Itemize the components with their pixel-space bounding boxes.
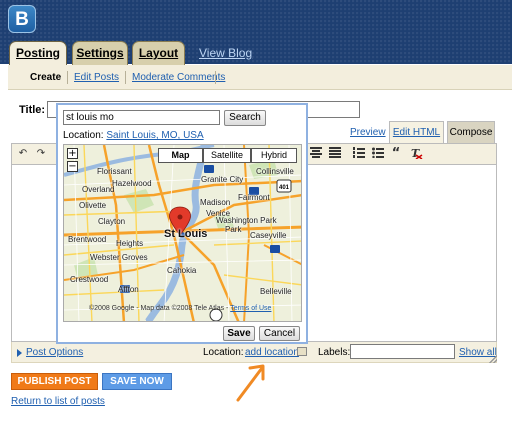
map-label: Brentwood (68, 235, 107, 244)
map-label-st-louis: St Louis (164, 228, 208, 240)
bullet-list-icon[interactable] (371, 147, 385, 161)
tab-layout[interactable]: Layout (132, 41, 185, 65)
map-type-hybrid-button[interactable]: Hybrid (251, 148, 297, 163)
undo-icon[interactable]: ↶ (16, 147, 30, 161)
tab-posting[interactable]: Posting (9, 41, 67, 66)
blogger-header: B Posting Settings Layout View Blog (0, 0, 512, 66)
map-copyright: ©2008 Google - Map data ©2008 Tele Atlas… (89, 305, 271, 312)
posting-subnav: Create Edit Posts Moderate Comments (8, 65, 512, 90)
svg-text:401: 401 (279, 185, 290, 191)
subnav-edit-posts[interactable]: Edit Posts (74, 72, 119, 83)
map-type-satellite-button[interactable]: Satellite (203, 148, 251, 163)
map-label: Crestwood (70, 275, 109, 284)
blockquote-icon[interactable]: “ (389, 147, 403, 161)
post-options-link[interactable]: Post Options (26, 347, 83, 358)
labels-input[interactable] (350, 344, 455, 359)
expand-triangle-icon[interactable] (17, 349, 22, 357)
align-justify-icon[interactable] (328, 147, 342, 161)
map-label: Fairmont (238, 193, 270, 202)
blogger-logo[interactable]: B (8, 5, 36, 33)
location-result-link[interactable]: Saint Louis, MO, USA (106, 130, 203, 141)
add-location-link[interactable]: add location (245, 347, 299, 358)
zoom-in-icon[interactable]: + (67, 148, 78, 159)
location-cancel-button[interactable]: Cancel (259, 326, 300, 341)
align-center-icon[interactable] (309, 147, 323, 161)
location-map[interactable]: 401 Map Satellite Hybrid + − Florissant … (63, 144, 302, 322)
map-label: Clayton (98, 217, 126, 226)
terms-of-use-link[interactable]: Terms of Use (230, 305, 271, 312)
location-result-label: Location: (63, 130, 104, 141)
map-copyright-text: ©2008 Google - Map data ©2008 Tele Atlas… (89, 305, 229, 312)
subnav-moderate-comments[interactable]: Moderate Comments (132, 72, 225, 83)
redo-icon[interactable]: ↷ (34, 147, 48, 161)
map-label: Belleville (260, 287, 292, 296)
location-save-button[interactable]: Save (223, 326, 255, 341)
publish-post-button[interactable]: PUBLISH POST (11, 373, 98, 390)
zoom-out-icon[interactable]: − (67, 161, 78, 172)
map-label: Cahokia (167, 266, 197, 275)
map-label: Hazelwood (112, 179, 152, 188)
map-type-map-button[interactable]: Map (158, 148, 203, 163)
view-blog-link[interactable]: View Blog (199, 46, 252, 60)
location-label: Location: (203, 347, 244, 358)
map-label: Olivette (79, 201, 107, 210)
resize-grip-icon[interactable] (489, 355, 497, 363)
remove-formatting-icon[interactable]: T (409, 147, 423, 161)
title-label: Title: (19, 104, 46, 116)
location-result: Location: Saint Louis, MO, USA (63, 130, 204, 141)
return-to-posts-link[interactable]: Return to list of posts (11, 396, 105, 407)
location-search-button[interactable]: Search (224, 110, 266, 126)
map-label: Park (225, 225, 242, 234)
map-icon[interactable] (297, 347, 307, 356)
annotation-arrow-icon (236, 364, 265, 402)
location-popup: Search Location: Saint Louis, MO, USA (56, 103, 308, 344)
subnav-create[interactable]: Create (30, 72, 61, 83)
tab-compose[interactable]: Compose (447, 121, 495, 143)
map-label: Madison (200, 198, 231, 207)
subnav-divider (125, 71, 126, 84)
blogger-logo-letter: B (15, 8, 29, 30)
map-label: Caseyville (250, 231, 287, 240)
preview-link[interactable]: Preview (350, 127, 386, 138)
map-label: Washington Park (216, 216, 277, 225)
labels-label: Labels: (318, 347, 351, 358)
tab-settings[interactable]: Settings (72, 41, 128, 65)
map-label: Webster Groves (90, 253, 148, 262)
map-label: Collinsville (256, 167, 294, 176)
save-now-button[interactable]: SAVE NOW (102, 373, 172, 390)
map-label: Affton (118, 285, 139, 294)
location-search-input[interactable] (63, 110, 220, 125)
tab-edit-html[interactable]: Edit HTML (389, 121, 444, 143)
map-label: Overland (82, 185, 115, 194)
subnav-divider (67, 71, 68, 84)
map-label: Florissant (97, 167, 132, 176)
map-label: Granite City (201, 175, 244, 184)
map-label: Heights (116, 239, 144, 248)
numbered-list-icon[interactable] (352, 147, 366, 161)
subnav-divider (215, 71, 216, 84)
